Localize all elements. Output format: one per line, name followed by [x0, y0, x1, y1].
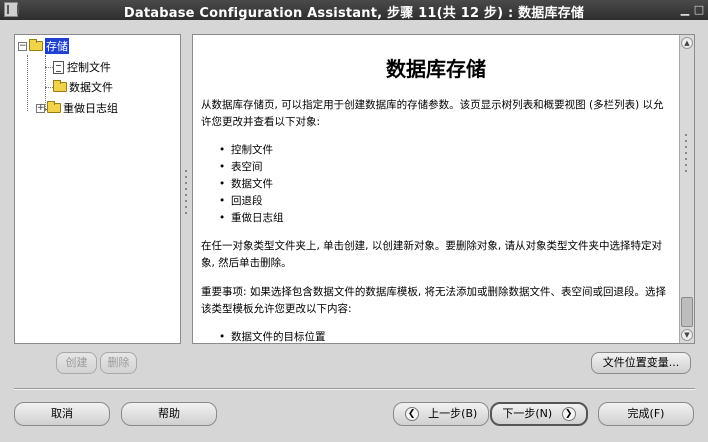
delete-button[interactable]: 删除 — [100, 352, 137, 374]
help-create-delete: 在任一对象类型文件夹上, 单击创建, 以创建新对象。要删除对象, 请从对象类型文… — [201, 240, 663, 269]
help-button[interactable]: 帮助 — [121, 402, 217, 426]
help-important: 重要事项: 如果选择包含数据文件的数据库模板, 将无法添加或删除数据文件、表空间… — [201, 286, 667, 315]
create-button[interactable]: 创建 — [56, 352, 97, 374]
help-content: 数据库存储 从数据库存储页, 可以指定用于创建数据库的存储参数。该页显示树列表和… — [193, 35, 679, 343]
finish-button[interactable]: 完成(F) — [598, 402, 694, 426]
window-title: Database Configuration Assistant, 步骤 11(… — [123, 6, 585, 21]
list-item: 回退段 — [221, 193, 284, 210]
list-item: 表空间 — [221, 159, 284, 176]
help-heading: 数据库存储 — [386, 57, 486, 81]
back-button-label: 上一步(B) — [428, 407, 478, 420]
folder-icon — [53, 80, 67, 92]
tree-connector — [45, 67, 53, 68]
help-panel: 数据库存储 从数据库存储页, 可以指定用于创建数据库的存储参数。该页显示树列表和… — [192, 34, 695, 344]
maximize-icon[interactable]: □ — [692, 3, 706, 17]
tree-item-control-files[interactable]: 控制文件 — [53, 59, 111, 75]
tree-item-redo-log-groups[interactable]: + 重做日志组 — [36, 100, 118, 116]
list-item: 数据文件的目标位置 — [221, 329, 326, 343]
chevron-right-icon: ❯ — [561, 407, 576, 421]
list-item: 重做日志组 — [221, 210, 284, 227]
panel-splitter[interactable] — [184, 170, 188, 218]
back-button[interactable]: ❮ 上一步(B) — [393, 402, 489, 426]
next-button[interactable]: 下一步(N) ❯ — [490, 402, 588, 426]
tree-connector — [45, 87, 53, 88]
minimize-icon[interactable]: ▁ — [678, 3, 692, 17]
document-icon — [53, 60, 64, 74]
storage-tree[interactable]: − 存储 控制文件 数据文件 + 重做日志组 — [14, 34, 181, 344]
list-item: 数据文件 — [221, 176, 284, 193]
tree-item-label: 存储 — [45, 38, 69, 54]
collapse-icon[interactable]: − — [18, 41, 27, 51]
tree-item-label: 数据文件 — [69, 81, 113, 94]
scroll-grip — [685, 134, 688, 176]
tree-connector — [27, 55, 28, 111]
title-bar[interactable]: Database Configuration Assistant, 步骤 11(… — [0, 0, 708, 21]
folder-icon — [29, 39, 43, 51]
file-location-variables-button[interactable]: 文件位置变量... — [591, 352, 691, 374]
folder-icon — [47, 101, 61, 113]
object-list: 控制文件 表空间 数据文件 回退段 重做日志组 — [221, 142, 284, 227]
tree-item-storage[interactable]: − 存储 — [18, 38, 69, 54]
cancel-button[interactable]: 取消 — [14, 402, 110, 426]
scroll-down-icon[interactable]: ▼ — [681, 329, 693, 341]
list-item: 控制文件 — [221, 142, 284, 159]
scroll-up-icon[interactable]: ▲ — [681, 37, 693, 49]
vertical-scrollbar[interactable]: ▲ ▼ — [679, 35, 694, 343]
tree-item-label: 重做日志组 — [63, 102, 118, 115]
tree-item-data-files[interactable]: 数据文件 — [53, 79, 113, 95]
help-intro: 从数据库存储页, 可以指定用于创建数据库的存储参数。该页显示树列表和概要视图 (… — [201, 99, 664, 128]
next-button-label: 下一步(N) — [502, 407, 553, 420]
important-list: 数据文件的目标位置 — [221, 329, 326, 343]
expand-icon[interactable]: + — [36, 103, 45, 113]
separator — [14, 388, 695, 390]
tree-item-label: 控制文件 — [67, 61, 111, 74]
scroll-thumb[interactable] — [681, 297, 693, 327]
chevron-left-icon: ❮ — [404, 407, 419, 421]
